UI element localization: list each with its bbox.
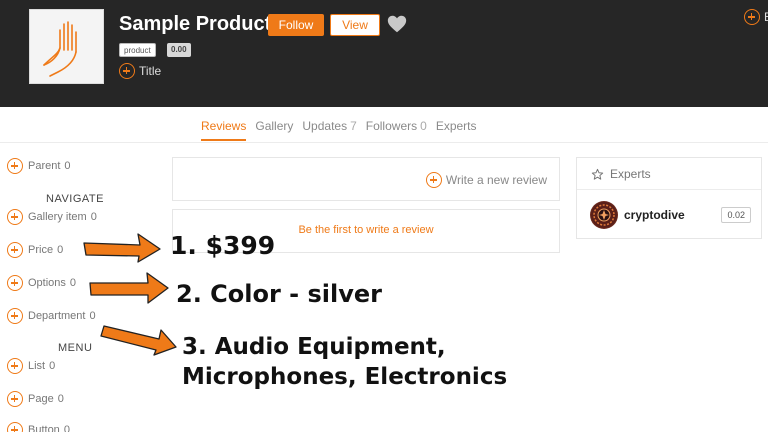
sidebar-item-label: Department (28, 310, 86, 322)
hand-logo-icon (43, 21, 77, 77)
experts-panel: Experts cryptodive 0.02 (576, 157, 762, 239)
sidebar-item-parent[interactable]: Parent 0 (7, 158, 71, 174)
experts-heading: Experts (591, 167, 651, 181)
expert-name[interactable]: cryptodive (624, 208, 685, 222)
divider (577, 189, 761, 190)
tab-label: Updates (302, 119, 348, 133)
header-right-action[interactable]: E (744, 9, 768, 25)
annotation-department-line2: Microphones, Electronics (182, 364, 508, 390)
sidebar-item-label: Options (28, 277, 66, 289)
expert-score-badge: 0.02 (721, 207, 751, 223)
sidebar-item-count: 0 (63, 424, 70, 432)
sidebar-item-label: Button (28, 424, 60, 432)
sidebar-item-department[interactable]: Department 0 (7, 308, 96, 324)
sidebar-item-count: 0 (57, 393, 64, 405)
divider (0, 142, 768, 143)
category-badge[interactable]: product (119, 43, 156, 57)
sidebar-item-price[interactable]: Price 0 (7, 242, 63, 258)
sidebar-item-label: Page (28, 393, 54, 405)
price-badge: 0.00 (167, 43, 191, 57)
tab-label: Reviews (201, 119, 247, 133)
tab-label: Gallery (255, 119, 294, 133)
add-title-button[interactable]: Title (119, 63, 161, 79)
plus-circle-icon (7, 158, 23, 174)
page-title: Sample Product (119, 13, 272, 35)
sidebar-item-label: Parent (28, 160, 61, 172)
write-review-panel: Write a new review (172, 157, 560, 201)
heart-icon[interactable] (386, 13, 408, 35)
tab-label: Followers (365, 119, 418, 133)
tab-gallery[interactable]: Gallery (255, 119, 293, 141)
sidebar-item-count: 0 (89, 310, 96, 322)
plus-circle-icon (119, 63, 135, 79)
tab-updates[interactable]: Updates 7 (302, 119, 356, 141)
plus-circle-icon (425, 172, 442, 188)
sidebar-item-button[interactable]: Button 0 (7, 422, 70, 432)
annotation-department-line1: 3. Audio Equipment, (182, 334, 446, 360)
plus-circle-icon (7, 358, 23, 374)
plus-circle-icon (7, 308, 23, 324)
sidebar-item-gallery-item[interactable]: Gallery item 0 (7, 209, 97, 225)
arrow-1-icon (83, 233, 161, 263)
sidebar-item-list[interactable]: List 0 (7, 358, 55, 374)
product-header: Sample Product Follow View product 0.00 … (0, 0, 768, 107)
navigate-heading: NAVIGATE (46, 193, 104, 205)
arrow-2-icon (89, 272, 169, 304)
sidebar-item-count: 0 (90, 211, 97, 223)
view-button[interactable]: View (330, 14, 380, 36)
sidebar-item-label: Price (28, 244, 54, 256)
follow-button[interactable]: Follow (268, 14, 324, 36)
annotation-color: 2. Color - silver (176, 280, 382, 308)
sidebar-item-count: 0 (64, 160, 71, 172)
avatar[interactable] (590, 201, 618, 229)
tab-followers[interactable]: Followers 0 (366, 119, 427, 141)
sidebar-item-page[interactable]: Page 0 (7, 391, 64, 407)
write-review-label: Write a new review (445, 173, 547, 187)
tab-experts[interactable]: Experts (436, 119, 477, 141)
plus-circle-icon (7, 275, 23, 291)
arrow-3-icon (100, 325, 177, 356)
plus-circle-icon (7, 242, 23, 258)
header-right-action-label: E (764, 10, 768, 24)
tab-reviews[interactable]: Reviews (201, 119, 247, 141)
plus-circle-icon (7, 422, 23, 432)
product-thumbnail[interactable] (29, 9, 104, 84)
tab-count: 0 (420, 119, 427, 133)
menu-heading: MENU (58, 342, 93, 354)
tab-label: Experts (435, 119, 477, 133)
sidebar-item-count: 0 (69, 277, 77, 289)
sidebar-item-label: Gallery item (28, 211, 87, 223)
tab-bar: Reviews Gallery Updates 7 Followers 0 Expe… (201, 119, 486, 141)
star-icon (591, 168, 604, 180)
tab-count: 7 (350, 119, 357, 133)
plus-circle-icon (744, 9, 760, 25)
experts-heading-label: Experts (610, 167, 651, 181)
add-title-label: Title (139, 64, 162, 78)
sidebar-item-count: 0 (49, 360, 56, 372)
plus-circle-icon (7, 209, 23, 225)
avatar-emblem-icon (591, 202, 617, 228)
sidebar-item-options[interactable]: Options 0 (7, 275, 76, 291)
plus-circle-icon (7, 391, 23, 407)
write-review-button[interactable]: Write a new review (425, 172, 547, 188)
sidebar-item-label: List (28, 360, 46, 372)
annotation-price: 1. $399 (170, 231, 276, 260)
sidebar-item-count: 0 (57, 244, 64, 256)
